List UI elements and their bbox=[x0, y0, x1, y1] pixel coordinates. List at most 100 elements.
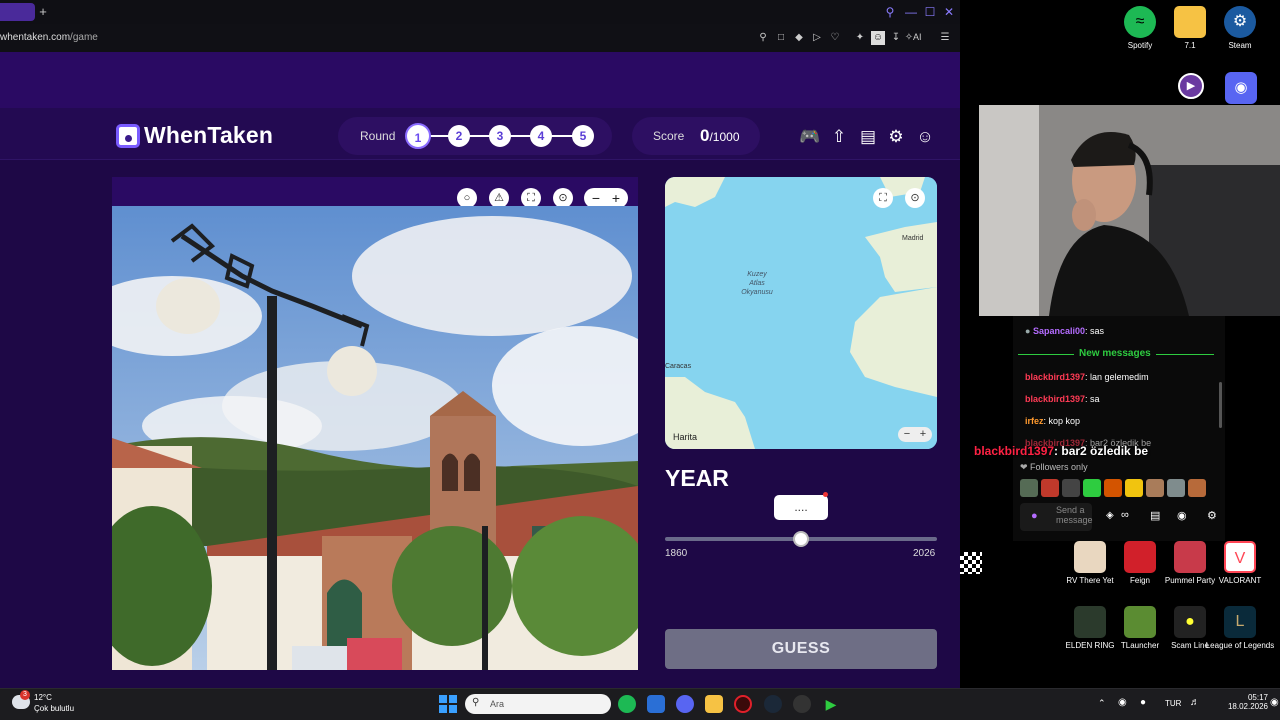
infinity-icon[interactable]: ∞ bbox=[1121, 509, 1129, 521]
emote-icon[interactable] bbox=[1083, 479, 1101, 497]
map-ocean-label-1: Kuzey bbox=[747, 271, 767, 278]
profile-icon[interactable]: ☺ bbox=[871, 31, 885, 45]
year-value-box[interactable]: .... bbox=[774, 495, 828, 520]
play-taskbar-icon[interactable]: ▶ bbox=[822, 695, 840, 713]
desktop-icon-valorant[interactable]: V VALORANT bbox=[1203, 541, 1277, 585]
maximize-icon[interactable]: ☐ bbox=[922, 4, 938, 20]
map-zoom-out-icon[interactable]: − bbox=[901, 428, 913, 441]
desktop-icon-label: Steam bbox=[1228, 41, 1252, 50]
emote-icon[interactable] bbox=[1020, 479, 1038, 497]
chat-user[interactable]: blackbird1397 bbox=[1025, 394, 1085, 404]
keyboard-language[interactable]: TUR bbox=[1165, 699, 1181, 708]
chat-user[interactable]: blackbird1397 bbox=[1025, 372, 1085, 382]
desktop-icon-steam[interactable]: ⚙ Steam bbox=[1203, 6, 1277, 50]
stats-icon[interactable]: ▤ bbox=[857, 126, 879, 148]
heart-icon[interactable]: ♡ bbox=[828, 31, 842, 45]
discord-icon[interactable]: ◉ bbox=[1225, 72, 1257, 104]
emote-icon[interactable] bbox=[1146, 479, 1164, 497]
year-slider-thumb[interactable] bbox=[793, 531, 809, 547]
shield-icon[interactable]: ◆ bbox=[792, 31, 806, 45]
map-fullscreen-icon[interactable]: ⛶ bbox=[873, 188, 893, 208]
file-explorer-icon[interactable] bbox=[705, 695, 723, 713]
round-dot-1: 1 bbox=[405, 123, 431, 149]
account-icon[interactable]: ☺ bbox=[914, 126, 936, 148]
spotify-taskbar-icon[interactable] bbox=[618, 695, 636, 713]
new-messages-label: New messages bbox=[1074, 348, 1156, 359]
screenshot-icon[interactable]: □ bbox=[774, 31, 788, 45]
discord-taskbar-icon[interactable] bbox=[676, 695, 694, 713]
new-tab-button[interactable]: + bbox=[36, 4, 50, 20]
chat-bubble-icon[interactable]: ◉ bbox=[1177, 509, 1187, 522]
notification-bell-icon[interactable]: ◉ bbox=[1270, 697, 1279, 708]
guess-map[interactable] bbox=[665, 177, 937, 449]
feign-icon bbox=[1124, 541, 1156, 573]
share-icon[interactable]: ⇧ bbox=[828, 126, 850, 148]
fullscreen-icon[interactable]: ⛶ bbox=[521, 188, 541, 208]
round-dot-5: 5 bbox=[572, 125, 594, 147]
extensions-icon[interactable]: ✦ bbox=[853, 31, 867, 45]
tray-mic-icon[interactable]: ● bbox=[1140, 697, 1146, 708]
close-icon[interactable]: ✕ bbox=[941, 4, 957, 20]
taskbar-clock[interactable]: 05:17 18.02.2026 bbox=[1210, 693, 1268, 711]
guess-button[interactable]: GUESS bbox=[665, 629, 937, 669]
play-icon[interactable]: ▷ bbox=[810, 31, 824, 45]
ai-button-label[interactable]: AI bbox=[913, 32, 922, 42]
gamepad-icon[interactable]: 🎮 bbox=[799, 126, 821, 148]
photo-scene bbox=[112, 206, 638, 670]
tray-network-icon[interactable]: ◉ bbox=[1118, 697, 1127, 708]
search-icon: ⚲ bbox=[472, 697, 480, 708]
url-text[interactable]: whentaken.com/game bbox=[0, 32, 98, 43]
emote-icon[interactable] bbox=[1041, 479, 1059, 497]
microphone-icon[interactable]: ● bbox=[1031, 510, 1038, 522]
opera-gx-icon[interactable] bbox=[734, 695, 752, 713]
weather-desc[interactable]: Çok bulutlu bbox=[34, 704, 74, 713]
map-tiles bbox=[665, 177, 937, 449]
emote-icon[interactable] bbox=[1167, 479, 1185, 497]
steam-taskbar-icon[interactable] bbox=[764, 695, 782, 713]
chat-user[interactable]: irfez bbox=[1025, 416, 1044, 426]
zoom-in-icon[interactable]: + bbox=[608, 188, 624, 208]
desktop-icon-league-of-legends[interactable]: L League of Legends bbox=[1203, 606, 1277, 650]
map-ocean-label-2: Atlas bbox=[749, 280, 765, 287]
recenter-icon[interactable]: ⊙ bbox=[553, 188, 573, 208]
chat-settings-icon[interactable]: ⚙ bbox=[1207, 509, 1217, 522]
windows-start-icon[interactable] bbox=[439, 695, 457, 713]
download-icon[interactable]: ↧ bbox=[889, 31, 903, 45]
tray-volume-icon[interactable]: ♬ bbox=[1190, 697, 1200, 708]
share-node-icon[interactable]: ◈ bbox=[1106, 510, 1114, 521]
store-icon[interactable]: ▤ bbox=[1150, 509, 1160, 522]
zoom-out-icon[interactable]: − bbox=[588, 188, 604, 208]
media-player-icon[interactable]: ▶ bbox=[1178, 73, 1204, 99]
emote-icon[interactable] bbox=[1104, 479, 1122, 497]
camera-logo-icon[interactable] bbox=[116, 124, 140, 148]
mail-taskbar-icon[interactable] bbox=[647, 695, 665, 713]
url-path: /game bbox=[70, 32, 98, 43]
report-warning-icon[interactable]: ⚠ bbox=[489, 188, 509, 208]
hint-lightbulb-icon[interactable]: ○ bbox=[457, 188, 477, 208]
followers-only-notice: ❤ Followers only bbox=[1020, 462, 1088, 473]
round-photo[interactable] bbox=[112, 206, 638, 670]
chat-user[interactable]: Sapancali00 bbox=[1033, 326, 1085, 336]
map-city-madrid: Madrid bbox=[902, 235, 924, 242]
tray-chevron-icon[interactable]: ⌃ bbox=[1098, 698, 1106, 709]
minimize-icon[interactable]: — bbox=[903, 4, 919, 20]
map-zoom-in-icon[interactable]: + bbox=[917, 428, 929, 441]
brand-logo[interactable]: WhenTaken bbox=[144, 122, 273, 149]
search-icon[interactable]: ⚲ bbox=[882, 4, 898, 20]
emote-icon[interactable] bbox=[1125, 479, 1143, 497]
settings-gear-icon[interactable]: ⚙ bbox=[885, 126, 907, 148]
emote-icon[interactable] bbox=[1062, 479, 1080, 497]
chat-message: blackbird1397: lan gelemedim bbox=[1025, 372, 1149, 382]
pin-icon[interactable]: ⚲ bbox=[756, 31, 770, 45]
obs-taskbar-icon[interactable] bbox=[793, 695, 811, 713]
desktop-icon-label: 7.1 bbox=[1184, 41, 1196, 50]
emote-icon[interactable] bbox=[1188, 479, 1206, 497]
browser-tab[interactable] bbox=[0, 3, 35, 21]
menu-icon[interactable]: ☰ bbox=[938, 31, 952, 45]
chat-scrollbar[interactable] bbox=[1219, 382, 1222, 428]
chat-message: ● Sapancali00: sas bbox=[1025, 326, 1104, 336]
map-recenter-icon[interactable]: ⊙ bbox=[905, 188, 925, 208]
followers-only-text: Followers only bbox=[1030, 462, 1088, 472]
weather-temp[interactable]: 12°C bbox=[34, 693, 52, 702]
taskbar-search-box[interactable] bbox=[465, 694, 611, 714]
